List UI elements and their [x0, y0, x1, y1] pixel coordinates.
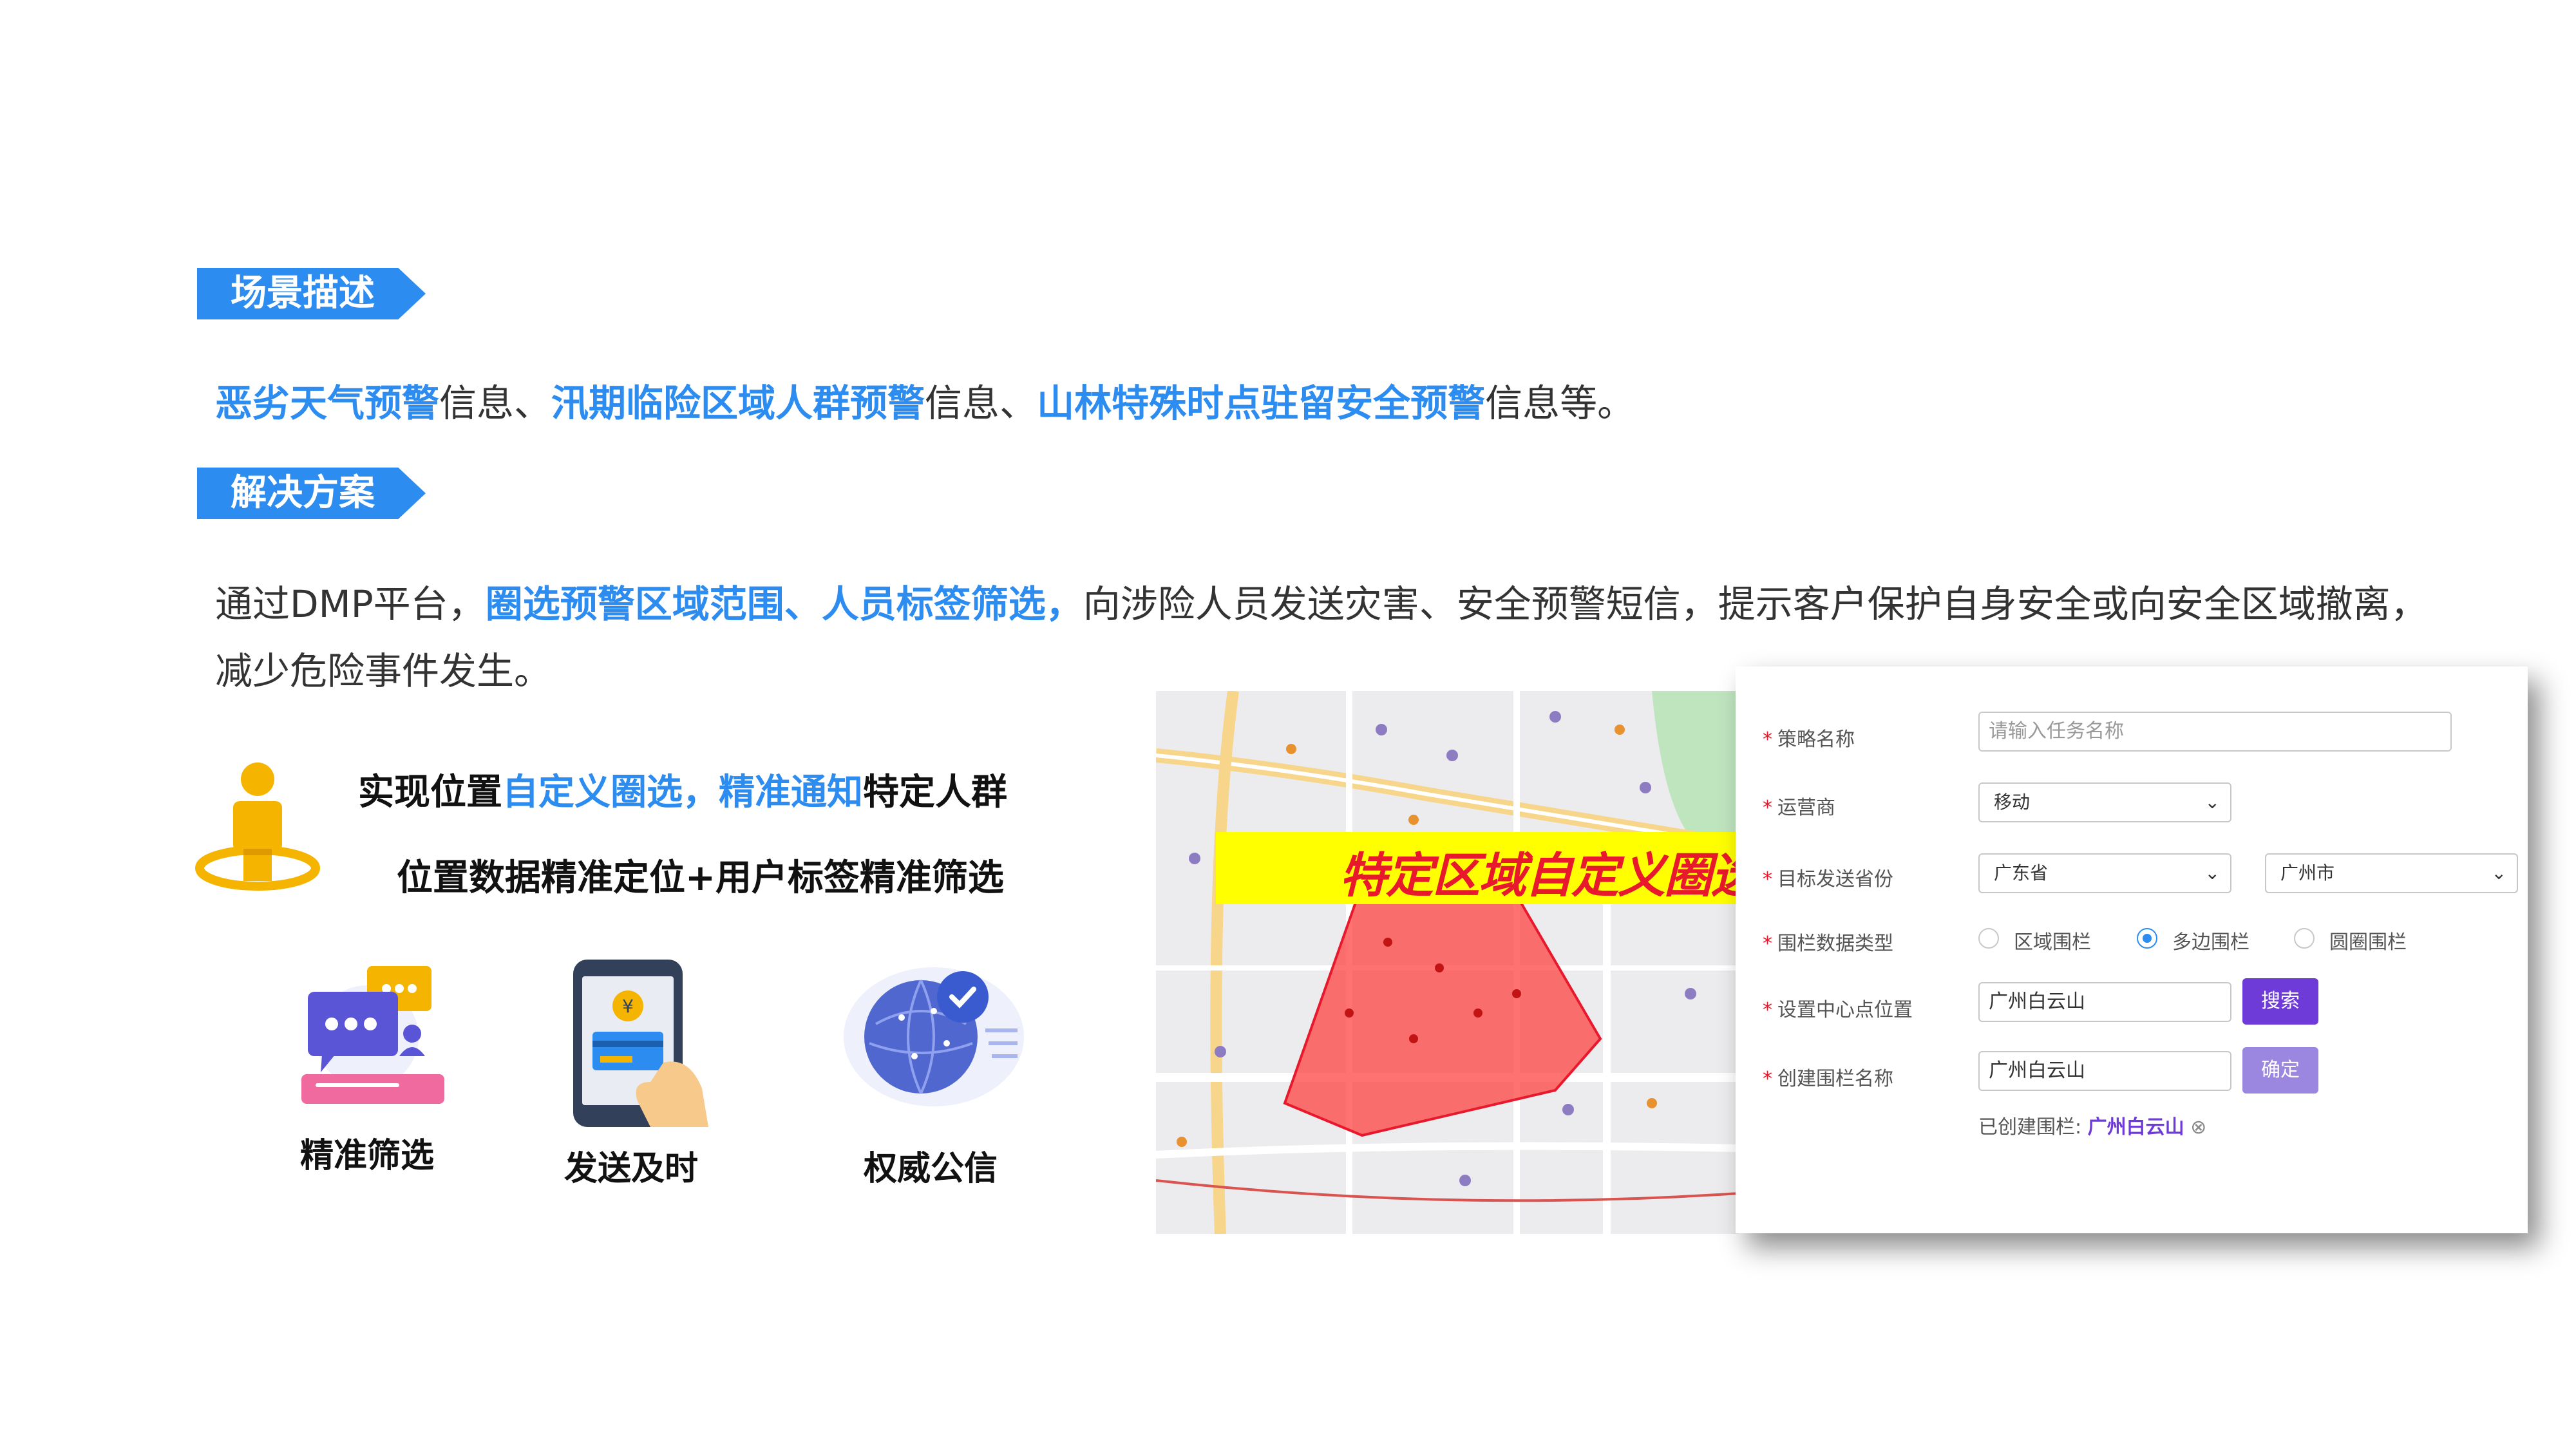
remove-circle-icon[interactable]: ⊗ [2190, 1116, 2206, 1139]
center-point-input[interactable]: 广州白云山 [1978, 982, 2231, 1022]
highlight-weather: 恶劣天气预警 [215, 381, 440, 425]
search-button[interactable]: 搜索 [2242, 978, 2318, 1025]
created-fence-tag[interactable]: 广州白云山 [2088, 1116, 2184, 1139]
phone-payment-icon: ¥ [573, 960, 708, 1127]
fence-form-panel: * 策略名称 请输入任务名称 * 运营商 移动 ⌄ * 目标发送省份 广东省 ⌄ 广州市 ⌄… [1736, 667, 2528, 1233]
strategy-name-input[interactable]: 请输入任务名称 [1978, 712, 2452, 752]
highlight-forest: 山林特殊时点驻留安全预警 [1037, 381, 1486, 425]
label-text: 策略名称 [1777, 728, 1855, 751]
highlight-flood: 汛期临险区域人群预警 [551, 381, 925, 425]
text-segment: 实现位置 [358, 772, 502, 813]
strategy-name-label: * 策略名称 [1763, 728, 1855, 751]
scenario-text: 恶劣天气预警信息、汛期临险区域人群预警信息、山林特殊时点驻留安全预警信息等。 [215, 370, 2405, 437]
province-select[interactable]: 广东省 ⌄ [1978, 853, 2231, 893]
label-text: 目标发送省份 [1777, 868, 1893, 891]
person-location-icon [195, 762, 320, 891]
operator-value: 移动 [1994, 791, 2031, 813]
chevron-down-icon: ⌄ [2491, 862, 2506, 884]
radio-label: 多边围栏 [2172, 931, 2249, 954]
operator-label: * 运营商 [1763, 797, 1835, 819]
label-text: 围栏数据类型 [1777, 933, 1893, 955]
text-segment: 向涉险人员发送灾害、安全预警短信，提示客户保护自身安全或向安全区域撤离， [1083, 582, 2428, 626]
feature-label-timely: 发送及时 [564, 1150, 698, 1188]
highlight-selection: 圈选预警区域范围、人员标签筛选， [485, 582, 1083, 626]
globe-check-icon [844, 967, 1024, 1106]
province-label: * 目标发送省份 [1763, 868, 1893, 891]
province-value: 广东省 [1994, 862, 2049, 884]
text-segment: 信息等。 [1485, 381, 1635, 425]
text-segment: 信息、 [925, 381, 1037, 425]
feature-headline: 实现位置自定义圈选，精准通知特定人群 [358, 763, 1007, 815]
radio-polygon-fence[interactable] [2137, 928, 2157, 949]
text-segment: 特定人群 [863, 772, 1007, 813]
map-view[interactable] [1156, 691, 1739, 1234]
created-prefix: 已创建围栏: [1978, 1116, 2082, 1139]
feature-label-authority: 权威公信 [863, 1150, 998, 1188]
highlight-custom-select: 自定义圈选，精准通知 [502, 772, 863, 813]
label-text: 运营商 [1777, 797, 1835, 819]
radio-label: 圆圈围栏 [2329, 931, 2407, 954]
text-segment: 减少危险事件发生。 [215, 649, 552, 693]
text-segment: 通过DMP平台， [215, 582, 486, 626]
operator-select[interactable]: 移动 ⌄ [1978, 782, 2231, 822]
feature-subline: 位置数据精准定位+用户标签精准筛选 [397, 857, 1004, 899]
feature-label-filter: 精准筛选 [299, 1137, 434, 1175]
radio-circle-fence[interactable] [2294, 928, 2315, 949]
confirm-button[interactable]: 确定 [2242, 1047, 2318, 1094]
label-text: 创建围栏名称 [1777, 1068, 1893, 1090]
fence-name-label: * 创建围栏名称 [1763, 1068, 1893, 1090]
chat-filter-icon [301, 966, 444, 1104]
label-text: 设置中心点位置 [1777, 999, 1913, 1021]
svg-text:¥: ¥ [622, 996, 634, 1017]
map-banner-text: 特定区域自定义圈选 [1340, 848, 1758, 904]
city-select[interactable]: 广州市 ⌄ [2265, 853, 2518, 893]
center-point-label: * 设置中心点位置 [1763, 999, 1913, 1021]
chevron-down-icon: ⌄ [2204, 791, 2220, 813]
section-tag-scenario: 场景描述 [197, 268, 426, 319]
radio-label: 区域围栏 [2014, 931, 2091, 954]
fence-name-input[interactable]: 广州白云山 [1978, 1051, 2231, 1091]
chevron-down-icon: ⌄ [2204, 862, 2220, 884]
city-value: 广州市 [2280, 862, 2335, 884]
section-tag-solution: 解决方案 [197, 468, 426, 519]
text-segment: 信息、 [439, 381, 552, 425]
created-fence-info: 已创建围栏: 广州白云山 ⊗ [1978, 1111, 2206, 1139]
radio-area-fence[interactable] [1978, 928, 1999, 949]
fence-type-label: * 围栏数据类型 [1763, 933, 1893, 955]
